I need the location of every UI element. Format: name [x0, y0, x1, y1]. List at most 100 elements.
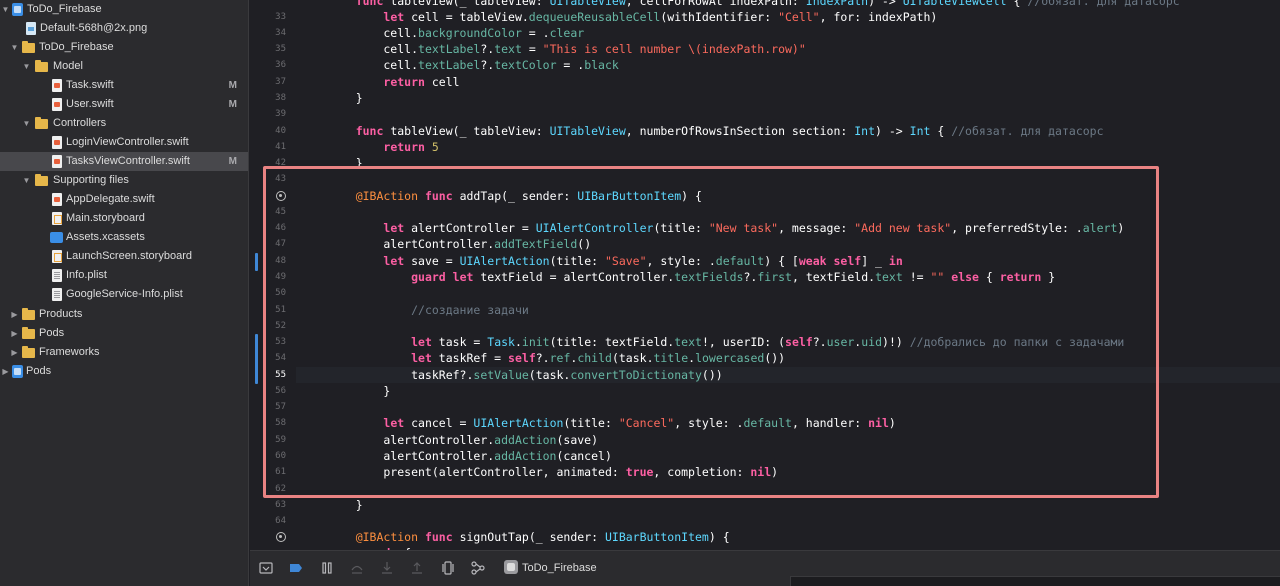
line-number: 60 — [275, 451, 286, 461]
nav-item-label: Main.storyboard — [66, 212, 145, 224]
disclosure-right-icon[interactable]: ▶ — [10, 343, 19, 362]
nav-item-label: Supporting files — [53, 174, 129, 186]
code-line[interactable]: let save = UIAlertAction(title: "Save", … — [328, 253, 902, 269]
hide-debug-area-icon[interactable] — [258, 560, 274, 576]
code-line[interactable]: } — [328, 383, 390, 399]
line-number: 54 — [275, 353, 286, 363]
disclosure-right-icon[interactable]: ▶ — [1, 362, 10, 381]
nav-item-label: Products — [39, 308, 83, 320]
nav-item-pods-group[interactable]: ▶ Pods — [0, 324, 248, 343]
modified-badge: M — [228, 99, 237, 110]
line-number: 42 — [275, 158, 286, 168]
breakpoint-indicator-icon[interactable] — [276, 191, 286, 201]
nav-item-app-delegate[interactable]: AppDelegate.swift — [0, 190, 248, 209]
code-line[interactable]: func tableView(_ tableView: UITableView,… — [328, 123, 1104, 139]
code-line[interactable]: //создание задачи — [328, 302, 529, 318]
nav-item-user-swift[interactable]: User.swift M — [0, 95, 248, 114]
plist-file-icon — [52, 269, 62, 282]
line-number: 58 — [275, 418, 286, 428]
code-line[interactable]: } — [328, 497, 363, 513]
breakpoints-toggle-icon[interactable] — [288, 560, 304, 576]
code-line[interactable]: } — [328, 155, 363, 171]
nav-item-label: Pods — [39, 327, 65, 339]
code-line[interactable]: let task = Task.init(title: textField.te… — [328, 334, 1124, 350]
disclosure-down-icon[interactable]: ▼ — [22, 171, 31, 190]
nav-item-info-plist[interactable]: Info.plist — [0, 266, 248, 285]
line-number: 47 — [275, 239, 286, 249]
disclosure-right-icon[interactable]: ▶ — [10, 305, 19, 324]
line-number: 56 — [275, 386, 286, 396]
line-number: 64 — [275, 516, 286, 526]
view-debugger-icon[interactable] — [440, 560, 456, 576]
code-line[interactable]: cell.textLabel?.text = "This is cell num… — [328, 41, 805, 57]
nav-item-frameworks-group[interactable]: ▶ Frameworks — [0, 343, 248, 362]
nav-item-products-group[interactable]: ▶ Products — [0, 305, 248, 324]
nav-item-tasks-view-controller[interactable]: TasksViewController.swift M — [0, 152, 248, 171]
disclosure-right-icon[interactable]: ▶ — [10, 324, 19, 343]
line-number: 35 — [275, 44, 286, 54]
code-line[interactable]: return cell — [328, 74, 459, 90]
swift-file-icon — [52, 136, 62, 149]
code-line[interactable]: func tableView(_ tableView: UITableView,… — [328, 0, 1180, 9]
nav-item-task-swift[interactable]: Task.swift M — [0, 76, 248, 95]
nav-item-label: Info.plist — [66, 269, 107, 281]
nav-item-supporting-files-group[interactable]: ▼ Supporting files — [0, 171, 248, 190]
nav-item-label: User.swift — [66, 98, 114, 110]
step-into-icon[interactable] — [379, 560, 395, 576]
nav-item-label: TasksViewController.swift — [66, 155, 190, 167]
console-area[interactable] — [790, 576, 1280, 586]
code-line[interactable]: let cell = tableView.dequeueReusableCell… — [328, 9, 937, 25]
breakpoint-indicator-icon[interactable] — [276, 532, 286, 542]
disclosure-down-icon[interactable]: ▼ — [22, 114, 31, 133]
step-out-icon[interactable] — [409, 560, 425, 576]
code-line[interactable]: @IBAction func signOutTap(_ sender: UIBa… — [328, 529, 730, 545]
plist-file-icon — [52, 288, 62, 301]
folder-icon — [22, 346, 35, 358]
folder-icon — [22, 327, 35, 339]
project-icon — [12, 365, 23, 378]
nav-item-todo-firebase-project[interactable]: ▼ ToDo_Firebase — [0, 0, 248, 19]
line-number-gutter[interactable]: 33 34 35 36 37 38 39 40 41 42 43 45 46 4… — [250, 0, 296, 550]
nav-item-model-group[interactable]: ▼ Model — [0, 57, 248, 76]
code-line[interactable]: guard let textField = alertController.te… — [328, 269, 1055, 285]
disclosure-down-icon[interactable]: ▼ — [22, 57, 31, 76]
swift-file-icon — [52, 98, 62, 111]
code-line[interactable]: cell.backgroundColor = .clear — [328, 25, 584, 41]
swift-file-icon — [52, 155, 62, 168]
code-line[interactable]: let cancel = UIAlertAction(title: "Cance… — [328, 415, 895, 431]
nav-item-label: ToDo_Firebase — [27, 3, 102, 15]
code-line[interactable]: return 5 — [328, 139, 438, 155]
code-line[interactable]: let taskRef = self?.ref.child(task.title… — [328, 350, 785, 366]
code-line-current[interactable]: taskRef?.setValue(task.convertToDictiona… — [328, 367, 723, 383]
disclosure-down-icon[interactable]: ▼ — [1, 0, 10, 19]
code-line[interactable]: cell.textLabel?.textColor = .black — [328, 57, 618, 73]
code-line[interactable]: alertController.addTextField() — [328, 236, 591, 252]
folder-icon — [22, 308, 35, 320]
line-number: 36 — [275, 60, 286, 70]
memory-graph-icon[interactable] — [470, 560, 486, 576]
nav-item-login-view-controller[interactable]: LoginViewController.swift — [0, 133, 248, 152]
nav-item-label: LaunchScreen.storyboard — [66, 250, 192, 262]
nav-item-launch-screen[interactable]: LaunchScreen.storyboard — [0, 247, 248, 266]
line-number: 50 — [275, 288, 286, 298]
nav-item-google-service-plist[interactable]: GoogleService-Info.plist — [0, 285, 248, 304]
nav-item-assets[interactable]: Assets.xcassets — [0, 228, 248, 247]
source-editor[interactable]: 33 34 35 36 37 38 39 40 41 42 43 45 46 4… — [250, 0, 1280, 550]
code-line[interactable]: alertController.addAction(save) — [328, 432, 598, 448]
nav-item-controllers-group[interactable]: ▼ Controllers — [0, 114, 248, 133]
nav-item-default-png[interactable]: Default-568h@2x.png — [0, 19, 248, 38]
pause-icon[interactable] — [319, 560, 335, 576]
disclosure-down-icon[interactable]: ▼ — [10, 38, 19, 57]
code-line[interactable]: @IBAction func addTap(_ sender: UIBarBut… — [328, 188, 702, 204]
code-line[interactable]: alertController.addAction(cancel) — [328, 448, 612, 464]
nav-item-todo-firebase-group[interactable]: ▼ ToDo_Firebase — [0, 38, 248, 57]
nav-item-pods-project[interactable]: ▶ Pods — [0, 362, 248, 381]
target-selector[interactable]: ToDo_Firebase — [522, 560, 597, 576]
nav-item-main-storyboard[interactable]: Main.storyboard — [0, 209, 248, 228]
code-line[interactable]: } — [328, 90, 363, 106]
assets-icon — [50, 232, 63, 243]
line-number: 40 — [275, 126, 286, 136]
step-over-icon[interactable] — [349, 560, 365, 576]
code-line[interactable]: let alertController = UIAlertController(… — [328, 220, 1124, 236]
code-line[interactable]: present(alertController, animated: true,… — [328, 464, 778, 480]
